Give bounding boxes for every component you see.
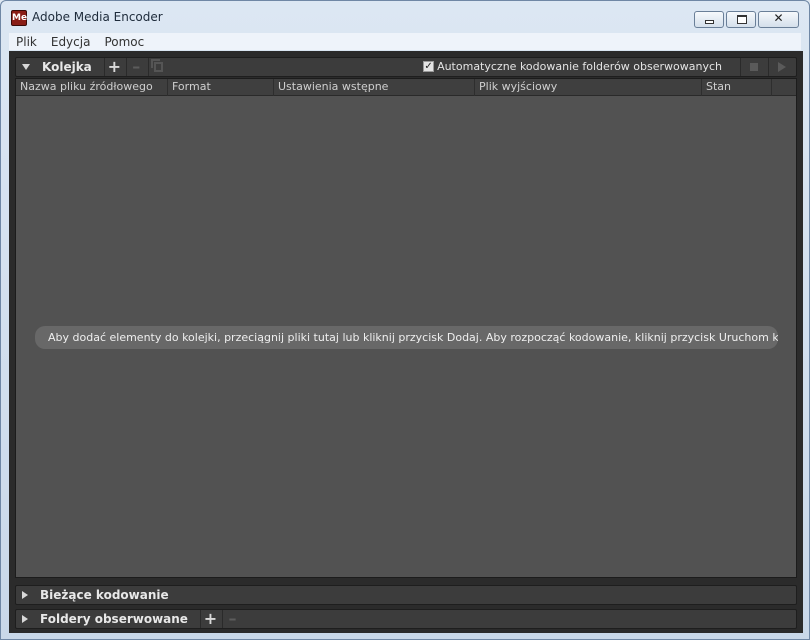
maximize-button[interactable] <box>726 11 756 28</box>
expand-triangle-icon[interactable] <box>22 591 28 599</box>
add-watch-folder-button[interactable]: + <box>199 609 220 628</box>
menu-help[interactable]: Pomoc <box>97 35 151 49</box>
queue-panel-title: Kolejka <box>42 60 92 74</box>
column-output-file[interactable]: Plik wyjściowy <box>475 79 702 96</box>
adobe-media-encoder-icon: Me <box>11 10 27 26</box>
remove-watch-folder-button[interactable]: – <box>221 609 242 628</box>
stop-icon <box>750 63 758 71</box>
expand-triangle-icon[interactable] <box>22 615 28 623</box>
queue-panel-header: Kolejka + – ✓ Automatyczne kodowanie fol… <box>15 57 797 77</box>
menu-file[interactable]: Plik <box>9 35 44 49</box>
current-encoding-panel-header: Bieżące kodowanie <box>15 585 797 605</box>
duplicate-button[interactable] <box>147 58 168 76</box>
main-area: Kolejka + – ✓ Automatyczne kodowanie fol… <box>9 51 803 633</box>
collapse-triangle-icon[interactable] <box>22 64 30 70</box>
queue-drop-area[interactable]: Nazwa pliku źródłowego Format Ustawienia… <box>15 78 797 578</box>
window-title: Adobe Media Encoder <box>32 10 163 24</box>
auto-encode-label: Automatyczne kodowanie folderów obserwow… <box>437 60 722 73</box>
title-bar[interactable]: Me Adobe Media Encoder ✕ <box>1 1 809 33</box>
app-window: Me Adobe Media Encoder ✕ Plik Edycja Pom… <box>0 0 810 640</box>
watch-folders-title: Foldery obserwowane <box>40 612 188 626</box>
remove-button[interactable]: – <box>125 57 146 76</box>
close-button[interactable]: ✕ <box>758 11 799 28</box>
queue-column-headers: Nazwa pliku źródłowego Format Ustawienia… <box>16 79 796 96</box>
minus-icon: – <box>132 57 141 76</box>
close-icon: ✕ <box>773 11 784 25</box>
current-encoding-title: Bieżące kodowanie <box>40 588 169 602</box>
empty-queue-hint: Aby dodać elementy do kolejki, przeciągn… <box>35 326 778 349</box>
minus-icon: – <box>228 609 237 628</box>
plus-icon: + <box>107 57 121 76</box>
minimize-icon <box>705 20 714 24</box>
play-icon <box>778 62 786 72</box>
menu-edit[interactable]: Edycja <box>44 35 98 49</box>
minimize-button[interactable] <box>694 11 724 28</box>
start-queue-button[interactable] <box>768 58 794 76</box>
column-status[interactable]: Stan <box>702 79 772 96</box>
maximize-icon <box>737 15 747 24</box>
add-button[interactable]: + <box>103 57 124 76</box>
watch-folders-panel-header: Foldery obserwowane + – <box>15 609 797 629</box>
auto-encode-option[interactable]: ✓ Automatyczne kodowanie folderów obserw… <box>423 60 722 73</box>
menu-bar: Plik Edycja Pomoc <box>9 33 801 50</box>
column-preset[interactable]: Ustawienia wstępne <box>274 79 475 96</box>
column-format[interactable]: Format <box>168 79 274 96</box>
column-source-name[interactable]: Nazwa pliku źródłowego <box>16 79 168 96</box>
plus-icon: + <box>203 609 218 628</box>
auto-encode-checkbox[interactable]: ✓ <box>423 61 435 72</box>
stop-queue-button[interactable] <box>740 58 766 76</box>
duplicate-icon <box>150 59 163 72</box>
